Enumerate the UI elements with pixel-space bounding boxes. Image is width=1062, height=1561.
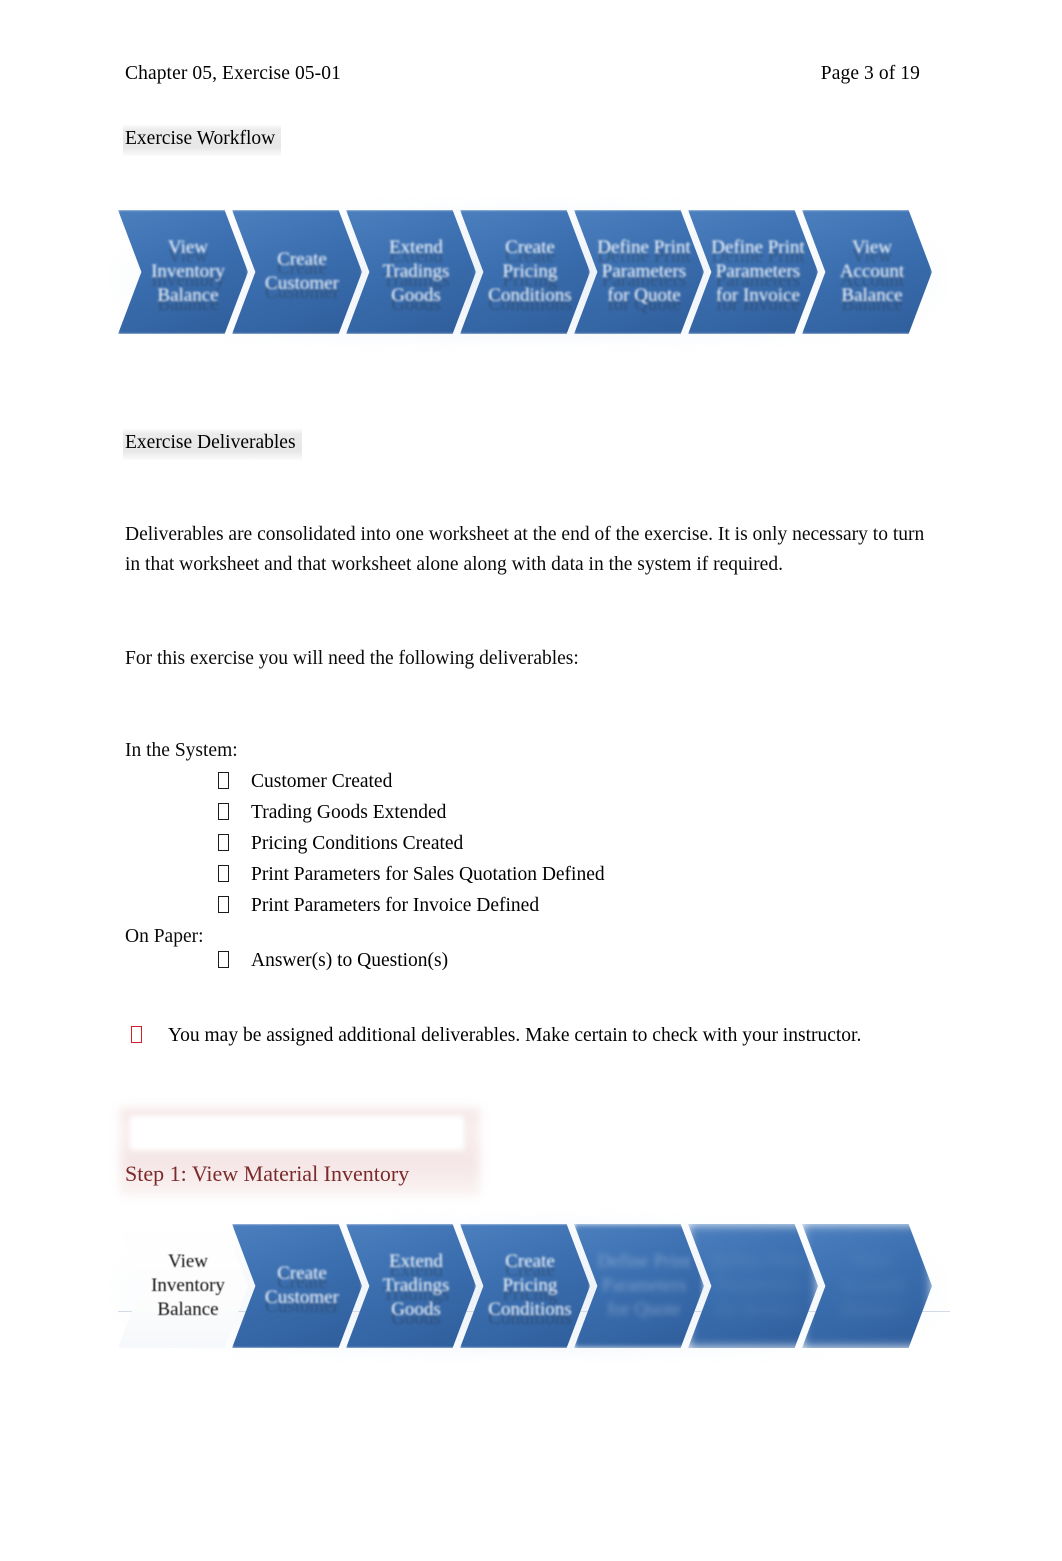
paper-deliverable-0: Answer(s) to Question(s) [251,950,449,971]
chevron-label: Define Print Parameters for Invoice [711,237,805,306]
step-heading-block: Step 1: View Material Inventory [120,1108,480,1196]
workflow-top-step-0: View Inventory Balance [118,210,248,334]
workflow-top-step-5: Define Print Parameters for Invoice [688,210,818,334]
missing-glyph-bullet-icon [218,834,229,851]
section-heading-exercise-workflow: Exercise Workflow [123,124,282,156]
list-item: Print Parameters for Sales Quotation Def… [125,859,605,890]
chevron-label: Create Pricing Conditions [488,237,572,306]
system-deliverable-4: Print Parameters for Invoice Defined [251,895,540,916]
instructor-note: You may be assigned additional deliverab… [125,1020,861,1051]
system-deliverable-3: Print Parameters for Sales Quotation Def… [251,864,605,885]
list-paper-deliverables: Answer(s) to Question(s) [125,945,448,976]
list-item: Customer Created [125,766,605,797]
list-item: Print Parameters for Invoice Defined [125,890,605,921]
workflow-top-step-6: View Account Balance [802,210,932,334]
chevron-label: Create Customer [265,1263,339,1308]
instructor-note-text: You may be assigned additional deliverab… [168,1025,862,1046]
chevron-label: Define Print Parameters for Invoice [711,1251,805,1320]
chevron-label: Create Pricing Conditions [488,1251,572,1320]
chevron-label: View Account Balance [839,237,905,306]
chevron-label: View Inventory Balance [151,1251,225,1320]
system-deliverable-1: Trading Goods Extended [251,802,447,823]
list-item: Pricing Conditions Created [125,828,605,859]
workflow-bottom-step-4: Define Print Parameters for Quote [574,1224,704,1348]
workflow-bottom-step-3: Create Pricing Conditions [460,1224,590,1348]
list-system-deliverables: Customer Created Trading Goods Extended Pr… [125,766,605,921]
workflow-top-step-3: Create Pricing Conditions [460,210,590,334]
system-deliverable-2: Pricing Conditions Created [251,833,464,854]
workflow-top-step-4: Define Print Parameters for Quote [574,210,704,334]
step-heading-title: Step 1: View Material Inventory [125,1161,410,1186]
missing-glyph-bullet-icon [218,803,229,820]
list-item: Trading Goods Extended [125,797,605,828]
section-heading-exercise-deliverables: Exercise Deliverables [123,428,302,460]
document-page: Chapter 05, Exercise 05-01 Page 3 of 19 … [0,0,1062,1561]
workflow-diagram-bottom: View Inventory Balance Create Customer Ext… [114,1212,948,1360]
chevron-label: View Account Balance [839,1251,905,1320]
step-empty-text-frame [130,1116,464,1150]
paragraph-required-deliverables: For this exercise you will need the foll… [125,648,579,669]
missing-glyph-bullet-icon [218,865,229,882]
missing-glyph-bullet-icon [218,951,229,968]
paragraph-deliverables-consolidated: Deliverables are consolidated into one w… [125,524,925,575]
workflow-top-step-2: Extend Tradings Goods [346,210,476,334]
missing-glyph-bullet-icon [131,1026,142,1043]
chevron-label: Extend Tradings Goods [382,1251,450,1320]
missing-glyph-bullet-icon [218,896,229,913]
missing-glyph-bullet-icon [218,772,229,789]
workflow-bottom-step-0: View Inventory Balance [118,1224,248,1348]
chevron-label: Define Print Parameters for Quote [597,1251,691,1320]
workflow-bottom-step-6: View Account Balance [802,1224,932,1348]
label-in-the-system: In the System: [125,740,238,761]
list-item: Answer(s) to Question(s) [125,945,448,976]
header-page-number: Page 3 of 19 [820,63,920,84]
chevron-label: View Inventory Balance [151,237,225,306]
chevron-label: Create Customer [265,249,339,294]
chevron-label: Define Print Parameters for Quote [597,237,691,306]
workflow-diagram-top: View Inventory Balance Create Customer Ext… [114,198,948,346]
page-header: Chapter 05, Exercise 05-01 Page 3 of 19 [125,61,920,87]
chevron-label: Extend Tradings Goods [382,237,450,306]
workflow-bottom-step-2: Extend Tradings Goods [346,1224,476,1348]
workflow-bottom-step-5: Define Print Parameters for Invoice [688,1224,818,1348]
workflow-bottom-step-1: Create Customer [232,1224,362,1348]
header-chapter-label: Chapter 05, Exercise 05-01 [125,63,341,84]
workflow-top-step-1: Create Customer [232,210,362,334]
system-deliverable-0: Customer Created [251,771,393,792]
